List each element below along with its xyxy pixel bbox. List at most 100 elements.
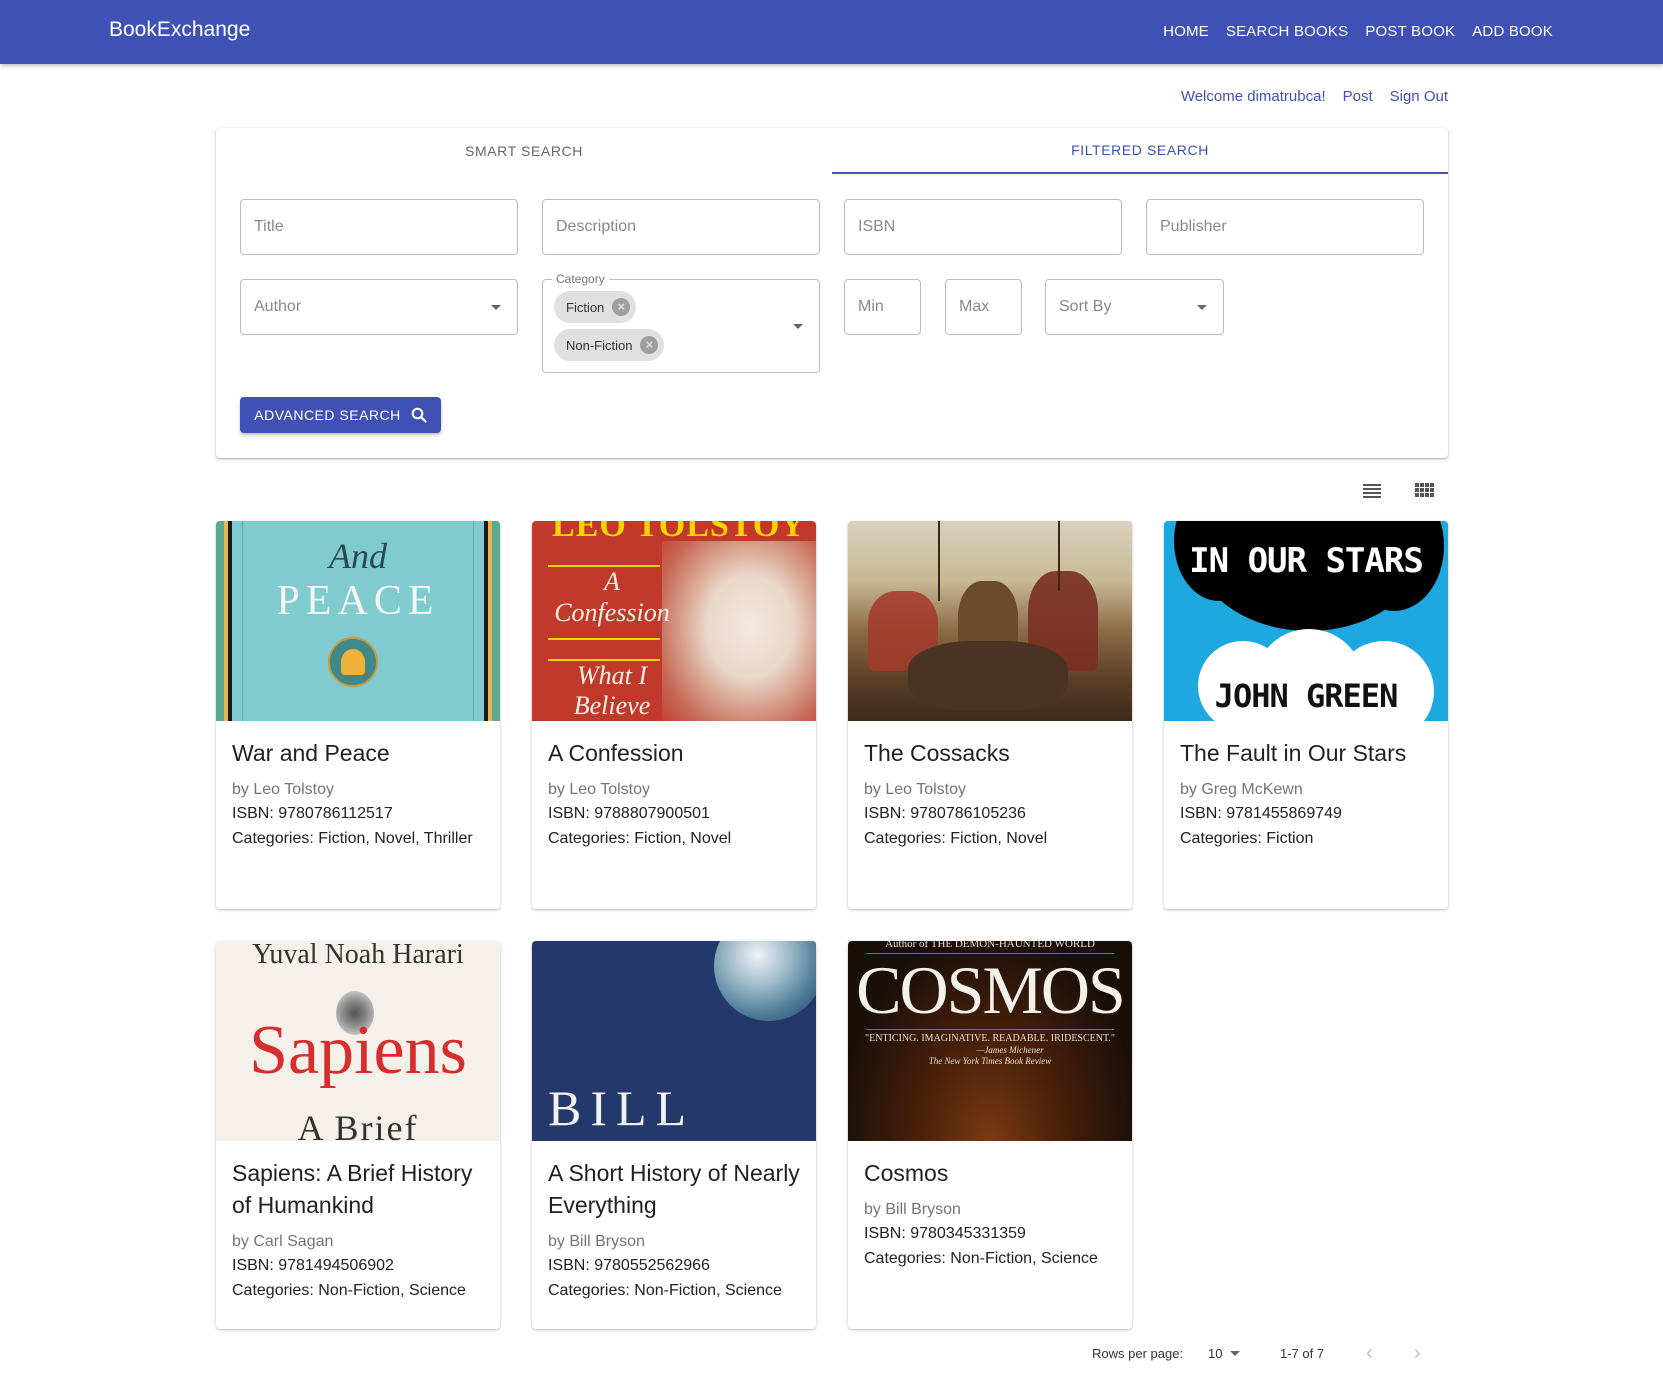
- tab-filtered-search[interactable]: FILTERED SEARCH: [832, 128, 1448, 174]
- author-select[interactable]: Author: [240, 279, 518, 335]
- book-categories: Categories: Fiction, Novel: [864, 830, 1048, 847]
- prev-page-icon[interactable]: ‹: [1366, 1342, 1373, 1365]
- isbn-placeholder: ISBN: [858, 218, 896, 235]
- max-price-input[interactable]: Max: [945, 279, 1022, 335]
- book-card[interactable]: IN OUR STARS JOHN GREEN The Fault in Our…: [1164, 521, 1448, 909]
- chip-remove-icon[interactable]: ×: [640, 336, 659, 354]
- book-title[interactable]: A Short History of Nearly Everything: [548, 1157, 800, 1221]
- book-author: by Leo Tolstoy: [232, 781, 334, 798]
- book-isbn: ISBN: 9780552562966: [548, 1257, 710, 1274]
- cover-text: COSMOS: [856, 952, 1126, 1028]
- chevron-down-icon: [1230, 1351, 1241, 1356]
- publisher-input[interactable]: Publisher: [1146, 199, 1424, 255]
- title-input[interactable]: Title: [240, 199, 518, 255]
- book-isbn: ISBN: 9780786105236: [864, 805, 1026, 822]
- search-icon: [411, 407, 427, 423]
- category-select[interactable]: Category Fiction × Non-Fiction ×: [542, 272, 820, 373]
- book-cover[interactable]: LEO TOLSTOY A Confession What I Believe: [532, 521, 816, 721]
- user-links: Welcome dimatrubca! Post Sign Out: [1181, 88, 1448, 105]
- book-cover[interactable]: BILL: [532, 941, 816, 1141]
- cover-text: A Brief: [297, 1108, 419, 1141]
- chip-remove-icon[interactable]: ×: [612, 298, 631, 316]
- min-placeholder: Min: [858, 298, 884, 315]
- book-isbn: ISBN: 9781455869749: [1180, 805, 1342, 822]
- cover-text: What I: [576, 661, 648, 690]
- chip-label: Fiction: [566, 299, 605, 315]
- book-card[interactable]: And PEACE War and Peace by Leo Tolstoy I…: [216, 521, 500, 909]
- book-card[interactable]: LEO TOLSTOY A Confession What I Believe …: [532, 521, 816, 909]
- cover-text: Yuval Noah Harari: [252, 941, 464, 970]
- cover-text: And: [329, 536, 387, 576]
- rows-per-page-value: 10: [1208, 1346, 1223, 1361]
- book-cover[interactable]: And PEACE: [216, 521, 500, 721]
- cover-text: "ENTICING. IMAGINATIVE. READABLE. IRIDES…: [865, 1033, 1115, 1044]
- search-tabs: SMART SEARCH FILTERED SEARCH: [216, 128, 1448, 174]
- description-placeholder: Description: [556, 218, 637, 235]
- nav-search-books[interactable]: SEARCH BOOKS: [1226, 23, 1348, 40]
- book-author: by Bill Bryson: [864, 1201, 961, 1218]
- cover-portrait: [662, 541, 816, 721]
- book-title[interactable]: Sapiens: A Brief History of Humankind: [232, 1157, 484, 1221]
- book-categories: Categories: Non-Fiction, Science: [232, 1282, 466, 1299]
- category-label: Category: [552, 272, 609, 286]
- rows-per-page-select[interactable]: 10: [1208, 1346, 1241, 1361]
- welcome-link[interactable]: Welcome dimatrubca!: [1181, 88, 1326, 105]
- book-categories: Categories: Fiction, Novel: [548, 830, 732, 847]
- post-link[interactable]: Post: [1343, 88, 1373, 105]
- book-isbn: ISBN: 9788807900501: [548, 805, 710, 822]
- max-placeholder: Max: [959, 298, 990, 315]
- sort-by-select[interactable]: Sort By: [1045, 279, 1224, 335]
- book-cover[interactable]: IN OUR STARS JOHN GREEN: [1164, 521, 1448, 721]
- book-categories: Categories: Fiction: [1180, 830, 1314, 847]
- next-page-icon[interactable]: ›: [1414, 1342, 1421, 1365]
- book-title[interactable]: The Cossacks: [864, 737, 1116, 769]
- book-card[interactable]: Yuval Noah Harari Sapiens A Brief Sapien…: [216, 941, 500, 1329]
- rows-per-page-label: Rows per page:: [1092, 1346, 1184, 1361]
- book-cover[interactable]: [848, 521, 1132, 721]
- top-nav: HOME SEARCH BOOKS POST BOOK ADD BOOK: [1163, 23, 1553, 40]
- list-view-icon[interactable]: [1360, 478, 1384, 502]
- book-cover[interactable]: Yuval Noah Harari Sapiens A Brief: [216, 941, 500, 1141]
- book-title[interactable]: War and Peace: [232, 737, 484, 769]
- nav-post-book[interactable]: POST BOOK: [1365, 23, 1455, 40]
- cover-text: —James Michener: [976, 1045, 1044, 1055]
- chip-label: Non-Fiction: [566, 337, 633, 353]
- title-placeholder: Title: [254, 218, 284, 235]
- isbn-input[interactable]: ISBN: [844, 199, 1122, 255]
- description-input[interactable]: Description: [542, 199, 820, 255]
- cover-text: PEACE: [276, 578, 440, 624]
- page-range: 1-7 of 7: [1280, 1346, 1325, 1361]
- book-title[interactable]: A Confession: [548, 737, 800, 769]
- book-categories: Categories: Non-Fiction, Science: [548, 1282, 782, 1299]
- book-isbn: ISBN: 9780345331359: [864, 1225, 1026, 1242]
- book-author: by Carl Sagan: [232, 1233, 334, 1250]
- cover-text: IN OUR STARS: [1189, 541, 1424, 581]
- search-panel: SMART SEARCH FILTERED SEARCH Title Descr…: [216, 128, 1448, 458]
- min-price-input[interactable]: Min: [844, 279, 921, 335]
- book-card[interactable]: Author of THE DEMON-HAUNTED WORLD COSMOS…: [848, 941, 1132, 1329]
- brand-title[interactable]: BookExchange: [109, 18, 250, 42]
- book-title[interactable]: Cosmos: [864, 1157, 1116, 1189]
- cover-text: Confession: [554, 598, 670, 627]
- book-cover[interactable]: Author of THE DEMON-HAUNTED WORLD COSMOS…: [848, 941, 1132, 1141]
- app-bar: BookExchange HOME SEARCH BOOKS POST BOOK…: [0, 0, 1663, 64]
- book-title[interactable]: The Fault in Our Stars: [1180, 737, 1432, 769]
- cover-text: Believe: [573, 691, 651, 720]
- book-isbn: ISBN: 9781494506902: [232, 1257, 394, 1274]
- book-author: by Bill Bryson: [548, 1233, 645, 1250]
- tab-smart-search[interactable]: SMART SEARCH: [216, 128, 832, 174]
- earth-image: [714, 941, 816, 1021]
- book-isbn: ISBN: 9780786112517: [232, 805, 393, 822]
- cover-text: The New York Times Book Review: [928, 1056, 1052, 1066]
- grid-view-icon[interactable]: [1413, 478, 1437, 502]
- cover-text: Sapiens: [249, 1012, 467, 1089]
- sign-out-link[interactable]: Sign Out: [1390, 88, 1448, 105]
- advanced-search-button[interactable]: ADVANCED SEARCH: [240, 397, 441, 433]
- nav-add-book[interactable]: ADD BOOK: [1472, 23, 1553, 40]
- nav-home[interactable]: HOME: [1163, 23, 1209, 40]
- book-author: by Greg McKewn: [1180, 781, 1303, 798]
- book-card[interactable]: BILL A Short History of Nearly Everythin…: [532, 941, 816, 1329]
- cover-text: A: [604, 567, 620, 596]
- book-card[interactable]: The Cossacks by Leo Tolstoy ISBN: 978078…: [848, 521, 1132, 909]
- cover-text: BILL: [548, 1080, 696, 1136]
